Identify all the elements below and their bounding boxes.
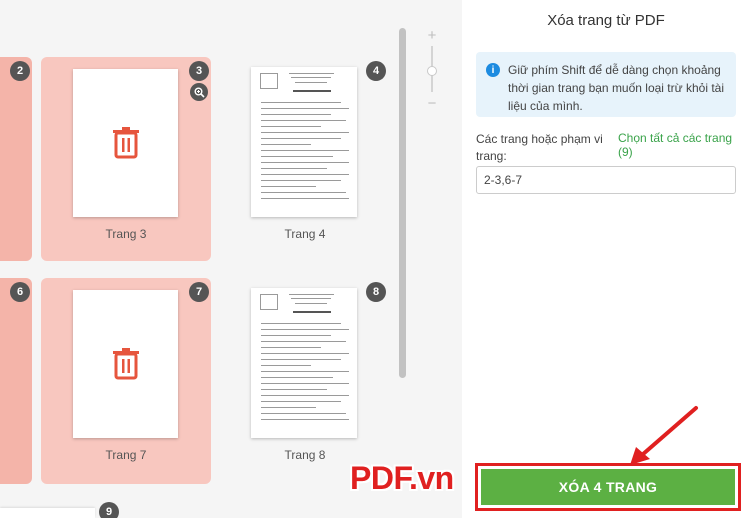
page-tile-6[interactable] (0, 278, 32, 484)
watermark-logo: PDF.vn (350, 460, 454, 496)
page-thumbnail (73, 290, 178, 438)
page-range-input[interactable] (476, 166, 736, 194)
page-tile-3[interactable]: Trang 3 3 (41, 57, 211, 261)
zoom-control: + − (424, 28, 440, 112)
page-thumbnail (73, 69, 178, 217)
trash-icon (112, 348, 139, 380)
page-number-badge: 3 (189, 61, 209, 81)
trash-icon (112, 127, 139, 159)
page-tile-2[interactable] (0, 57, 32, 261)
page-tile-8[interactable]: Trang 8 8 (220, 278, 390, 484)
delete-pages-button[interactable]: XÓA 4 TRANG (481, 469, 735, 505)
page-label: Trang 7 (105, 448, 147, 462)
panel-title: Xóa trang từ PDF (547, 12, 665, 29)
page-thumbnail (251, 288, 357, 438)
page-label: Trang 4 (284, 227, 326, 241)
annotation-arrow-icon (630, 406, 698, 465)
page-number-badge: 4 (366, 61, 386, 81)
delete-button-highlight: XÓA 4 TRANG (475, 463, 741, 511)
zoom-out-button[interactable]: − (424, 96, 440, 112)
page-number-badge: 6 (10, 282, 30, 302)
page-tile-4[interactable]: Trang 4 4 (220, 57, 390, 261)
page-tile-9[interactable] (0, 508, 95, 518)
page-label: Trang 3 (105, 227, 147, 241)
options-panel: Xóa trang từ PDF i Giữ phím Shift để dễ … (462, 0, 750, 518)
page-number-badge: 8 (366, 282, 386, 302)
info-text: Giữ phím Shift để dễ dàng chọn khoảng th… (508, 63, 725, 113)
zoom-slider-handle[interactable] (427, 66, 437, 76)
info-icon: i (486, 63, 500, 77)
page-number-badge: 2 (10, 61, 30, 81)
zoom-in-button[interactable]: + (424, 28, 440, 44)
page-thumbnail (251, 67, 357, 217)
zoom-page-button[interactable] (190, 83, 208, 101)
page-grid: 2 Trang 3 3 Trang 4 4 6 Trang 7 7 Trang … (0, 0, 462, 518)
magnify-plus-icon (194, 87, 205, 98)
page-number-badge: 7 (189, 282, 209, 302)
select-all-pages-link[interactable]: Chọn tất cả các trang (9) (618, 131, 750, 159)
range-label: Các trang hoặc phạm vi trang: (476, 132, 603, 163)
page-tile-7[interactable]: Trang 7 7 (41, 278, 211, 484)
info-box: i Giữ phím Shift để dễ dàng chọn khoảng … (476, 52, 736, 117)
scrollbar-thumb[interactable] (399, 28, 406, 378)
page-number-badge: 9 (99, 502, 119, 518)
